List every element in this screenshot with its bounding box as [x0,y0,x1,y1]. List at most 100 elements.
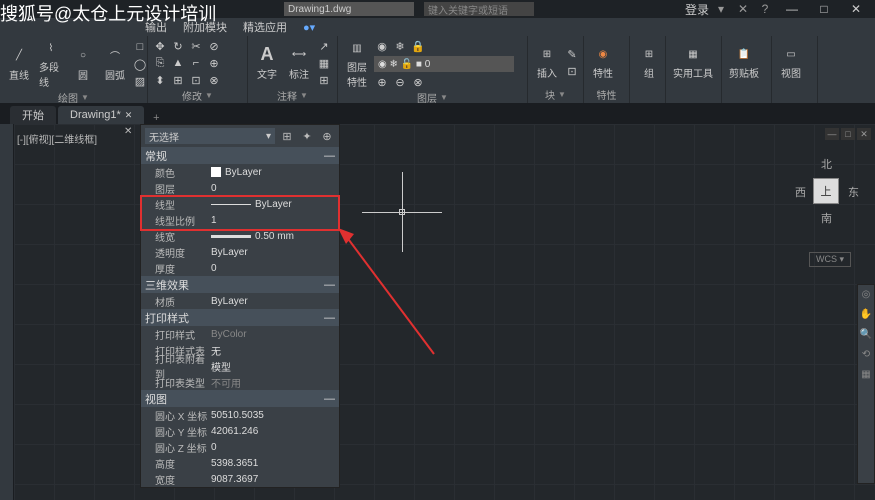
prop-center-x[interactable]: 圆心 X 坐标50510.5035 [141,407,339,423]
vp-max-icon[interactable]: □ [841,128,855,140]
modify-small-2[interactable]: ⊕ [206,55,222,71]
viewcube-east[interactable]: 东 [848,184,859,200]
close-button[interactable]: ✕ [841,0,871,18]
chevron-down-icon[interactable]: ▼ [558,90,566,99]
viewcube-top[interactable]: 上 [813,178,839,204]
clipboard-button[interactable]: 📋剪贴板 [726,44,762,81]
vp-min-icon[interactable]: — [825,128,839,140]
insert-block[interactable]: ⊞插入 [532,44,562,81]
tab-close-icon[interactable]: ✕ [125,110,133,121]
layer-icon-3[interactable]: 🔒 [410,38,426,54]
help-icon[interactable]: ? [755,2,775,16]
prop-center-y[interactable]: 圆心 Y 坐标42061.246 [141,423,339,439]
maximize-button[interactable]: □ [809,0,839,18]
utilities-button[interactable]: ▦实用工具 [670,44,716,81]
view-button[interactable]: ▭视图 [776,44,806,81]
prop-width[interactable]: 宽度9087.3697 [141,471,339,487]
prop-height[interactable]: 高度5398.3651 [141,455,339,471]
circle-tool[interactable]: ○圆 [68,46,98,83]
viewcube-west[interactable]: 西 [795,184,806,200]
section-view[interactable]: 视图— [141,390,339,407]
tab-start[interactable]: 开始 [10,106,56,124]
modify-small-1[interactable]: ⊘ [206,38,222,54]
array-icon[interactable]: ⊡ [188,72,204,88]
fillet-icon[interactable]: ⌐ [188,55,204,71]
draw-small-1[interactable]: □ [132,39,148,55]
line-tool[interactable]: ╱直线 [4,46,34,83]
vp-close-icon[interactable]: ✕ [857,128,871,140]
exchange-icon[interactable]: ✕ [733,2,753,16]
document-name[interactable]: Drawing1.dwg [284,2,414,16]
prop-lineweight[interactable]: 线宽0.50 mm [141,228,339,244]
text-tool[interactable]: A文字 [252,45,282,82]
layer-icon-5[interactable]: ⊖ [392,74,408,90]
leader-icon[interactable]: ↗ [316,38,332,54]
mirror-icon[interactable]: ▲ [170,55,186,71]
layer-icon-6[interactable]: ⊗ [410,74,426,90]
prop-plottype[interactable]: 打印表类型不可用 [141,374,339,390]
view-cube[interactable]: 北 西 东 南 上 [795,154,855,234]
prop-ltscale[interactable]: 线型比例1 [141,212,339,228]
block-small-1[interactable]: ✎ [564,46,580,62]
selection-dropdown[interactable]: 无选择▾ [145,128,275,144]
prop-center-z[interactable]: 圆心 Z 坐标0 [141,439,339,455]
toggle-pim-icon[interactable]: ⊕ [319,128,335,144]
group-button[interactable]: ⊞组 [634,44,664,81]
viewcube-north[interactable]: 北 [821,156,832,172]
modify-small-3[interactable]: ⊗ [206,72,222,88]
nav-pan-icon[interactable]: ✋ [859,309,873,323]
block-small-2[interactable]: ⊡ [564,63,580,79]
prop-plotattach[interactable]: 打印表附着到模型 [141,358,339,374]
properties-button[interactable]: ◉特性 [588,44,618,81]
viewport-label[interactable]: [-][俯视][二维线框] [16,130,98,147]
layer-dropdown[interactable]: ◉ ❄ 🔓 ■ 0 [374,56,514,72]
arc-tool[interactable]: ⌒圆弧 [100,46,130,83]
move-icon[interactable]: ✥ [152,38,168,54]
layer-properties[interactable]: ▥图层 特性 [342,38,372,90]
new-tab-button[interactable]: + [146,112,166,124]
dimension-tool[interactable]: ⟷标注 [284,45,314,82]
chevron-down-icon[interactable]: ▼ [81,93,89,102]
copy-icon[interactable]: ⎘ [152,55,168,71]
table-icon[interactable]: ▦ [316,55,332,71]
draw-small-3[interactable]: ▨ [132,73,148,89]
search-input[interactable]: 键入关键字或短语 [424,2,534,16]
prop-linetype[interactable]: 线型ByLayer [141,196,339,212]
nav-orbit-icon[interactable]: ⟲ [859,349,873,363]
stretch-icon[interactable]: ⬍ [152,72,168,88]
layer-icon-2[interactable]: ❄ [392,38,408,54]
panel-close-icon[interactable]: ✕ [124,126,132,137]
prop-thickness[interactable]: 厚度0 [141,260,339,276]
scale-icon[interactable]: ⊞ [170,72,186,88]
nav-zoom-icon[interactable]: 🔍 [859,329,873,343]
prop-plotstyle[interactable]: 打印样式ByColor [141,326,339,342]
chevron-down-icon[interactable]: ▼ [205,91,213,100]
minimize-button[interactable]: — [777,0,807,18]
prop-layer[interactable]: 图层0 [141,180,339,196]
select-objects-icon[interactable]: ✦ [299,128,315,144]
viewcube-south[interactable]: 南 [821,210,832,226]
prop-transparency[interactable]: 透明度ByLayer [141,244,339,260]
trim-icon[interactable]: ✂ [188,38,204,54]
user-icon[interactable]: ▾ [711,2,731,16]
section-general[interactable]: 常规— [141,147,339,164]
rotate-icon[interactable]: ↻ [170,38,186,54]
login-label[interactable]: 登录 [685,1,709,18]
prop-material[interactable]: 材质ByLayer [141,293,339,309]
menu-featured[interactable]: 精选应用 [243,19,287,35]
nav-showmotion-icon[interactable]: ▦ [859,369,873,383]
chevron-down-icon[interactable]: ▼ [440,93,448,102]
quick-select-icon[interactable]: ⊞ [279,128,295,144]
wcs-label[interactable]: WCS ▾ [809,252,851,267]
drawing-canvas[interactable]: [-][俯视][二维线框] ✕ — □ ✕ 无选择▾ ⊞ ✦ ⊕ 常规— 颜色B… [14,124,875,500]
menu-bullet[interactable]: ●▾ [303,21,315,34]
tab-drawing1[interactable]: Drawing1*✕ [58,106,144,124]
layer-icon-1[interactable]: ◉ [374,38,390,54]
chevron-down-icon[interactable]: ▼ [300,91,308,100]
section-3d[interactable]: 三维效果— [141,276,339,293]
prop-color[interactable]: 颜色ByLayer [141,164,339,180]
nav-wheel-icon[interactable]: ◎ [859,289,873,303]
layer-icon-4[interactable]: ⊕ [374,74,390,90]
section-plot[interactable]: 打印样式— [141,309,339,326]
draw-small-2[interactable]: ◯ [132,56,148,72]
